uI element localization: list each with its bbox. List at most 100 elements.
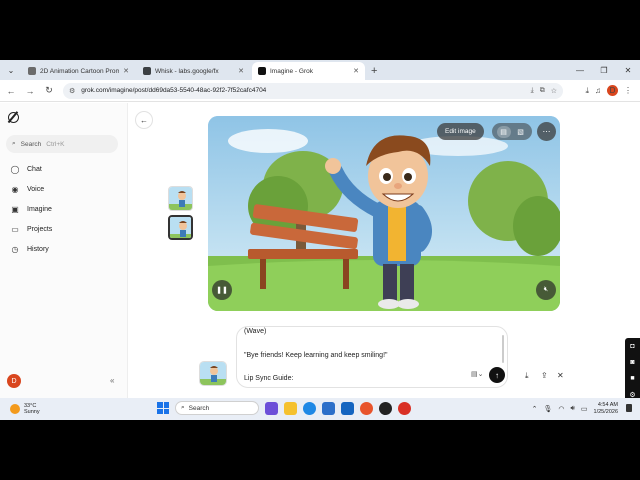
thumbnail-1[interactable] — [168, 186, 193, 211]
mic-icon[interactable]: 🎙︎ — [543, 405, 552, 413]
taskbar-search-label: Search — [188, 404, 210, 412]
tab-title: Imagine - Grok — [270, 67, 313, 75]
generated-image[interactable] — [208, 116, 560, 311]
clock-date: 1/25/2026 — [593, 408, 618, 415]
clock-time: 4:54 AM — [597, 402, 618, 408]
download-icon[interactable]: ⤓ — [531, 87, 534, 95]
notification-icon[interactable] — [626, 404, 632, 412]
sidebar-item-chat[interactable]: ◯ Chat — [6, 159, 122, 179]
install-app-icon[interactable]: ⧉ — [540, 87, 545, 95]
search-shortcut: Ctrl+K — [46, 140, 65, 148]
sidebar-item-projects[interactable]: ▭ Projects — [6, 219, 122, 239]
firefox-icon[interactable] — [360, 401, 373, 415]
minimize-icon[interactable]: — — [568, 60, 592, 80]
prompt-input[interactable]: (Wave) "Bye friends! Keep learning and k… — [236, 326, 508, 388]
reload-icon[interactable]: ↻ — [41, 83, 57, 99]
grok-logo-icon[interactable] — [8, 112, 19, 123]
clock[interactable]: 4:54 AM 1/25/2026 — [594, 402, 618, 415]
screenshot-icon[interactable]: ◘ — [630, 343, 634, 350]
share-icon[interactable]: ⇪ — [541, 371, 548, 380]
close-icon[interactable]: ✕ — [123, 67, 129, 75]
record-icon[interactable]: ■ — [630, 375, 634, 382]
address-bar[interactable]: ⚙ grok.com/imagine/post/dd69da53-5540-48… — [63, 82, 563, 99]
close-icon[interactable]: ✕ — [353, 67, 359, 75]
window-close-icon[interactable]: ✕ — [616, 60, 640, 80]
more-options-button[interactable]: ⋯ — [537, 122, 556, 141]
close-icon[interactable]: ✕ — [238, 67, 244, 75]
search-input[interactable]: ⌕ Search Ctrl+K — [6, 135, 118, 153]
tab-3[interactable]: Imagine - Grok ✕ — [252, 62, 365, 80]
history-icon: ◷ — [11, 244, 19, 254]
sidebar-item-label: Imagine — [27, 205, 52, 213]
user-avatar[interactable]: D — [7, 374, 21, 388]
tab-favicon — [258, 67, 266, 75]
volume-icon[interactable]: 🔊︎ — [570, 405, 574, 413]
system-tray: ⌃ 🎙︎ ◠ 🔊︎ ▭ 4:54 AM 1/25/2026 — [532, 402, 618, 415]
collapse-sidebar-icon[interactable]: « — [110, 376, 114, 385]
prompt-scrollbar[interactable] — [502, 335, 504, 363]
edge-icon[interactable] — [303, 401, 316, 415]
taskbar-search[interactable]: ⌕ Search — [175, 401, 259, 415]
model-selector-icon[interactable]: ▤⌄ — [471, 370, 483, 378]
imagine-icon: ▣ — [11, 204, 19, 214]
prompt-line: Lip Sync Guide: — [244, 375, 294, 382]
wifi-icon[interactable]: ◠ — [558, 405, 564, 413]
cartoon-scene — [208, 116, 560, 311]
tray-chevron-icon[interactable]: ⌃ — [532, 405, 538, 413]
profile-avatar[interactable]: D — [607, 85, 618, 96]
weather-condition: Sunny — [24, 409, 40, 415]
bookmark-star-icon[interactable]: ☆ — [551, 87, 557, 95]
file-explorer-icon[interactable] — [284, 401, 297, 415]
browser-toolbar: ← → ↻ ⚙ grok.com/imagine/post/dd69da53-5… — [0, 80, 640, 102]
url-text: grok.com/imagine/post/dd69da53-5540-48ac… — [81, 87, 267, 94]
search-label: Search — [20, 140, 42, 148]
video-mode-icon[interactable]: ▤ — [496, 125, 511, 138]
sidebar-item-history[interactable]: ◷ History — [6, 239, 122, 259]
image-mode-icon[interactable]: ▧ — [514, 126, 528, 138]
taskbar: 33°C Sunny ⌕ Search ⌃ 🎙︎ ◠ 🔊︎ ▭ 4:54 AM … — [0, 398, 640, 420]
mute-icon[interactable]: 🔇︎ — [536, 280, 556, 300]
floating-toolbar: ◘ ◙ ■ ⚙ — [625, 338, 640, 404]
window-controls: — ❐ ✕ — [568, 60, 640, 80]
tab-2[interactable]: Whisk - labs.google/fx ✕ — [137, 62, 250, 80]
chrome-icon[interactable] — [398, 401, 411, 415]
maximize-icon[interactable]: ❐ — [592, 60, 616, 80]
outlook-icon[interactable] — [341, 401, 354, 415]
media-icon[interactable]: ♫ — [595, 86, 601, 95]
tab-strip: ⌄ 2D Animation Cartoon Prompt ✕ Whisk - … — [0, 60, 640, 80]
tab-search-icon[interactable]: ⌄ — [4, 63, 18, 77]
camera-icon[interactable]: ◙ — [630, 359, 634, 366]
battery-icon[interactable]: ▭ — [581, 405, 588, 413]
forward-arrow-icon[interactable]: → — [22, 83, 38, 99]
sidebar-item-label: Chat — [27, 165, 42, 173]
send-button[interactable]: ↑ — [489, 367, 505, 383]
menu-dots-icon[interactable]: ⋮ — [624, 86, 632, 95]
thumbnail-2[interactable] — [168, 215, 193, 240]
prompt-line: "Bye friends! Keep learning and keep smi… — [244, 352, 388, 359]
tab-favicon — [28, 67, 36, 75]
store-icon[interactable] — [322, 401, 335, 415]
pause-button[interactable]: ❚❚ — [212, 280, 232, 300]
view-mode-toggle: ▤ ▧ — [492, 123, 532, 140]
site-info-icon[interactable]: ⚙ — [69, 87, 75, 95]
obs-icon[interactable] — [379, 401, 392, 415]
sidebar-item-label: Projects — [27, 225, 53, 233]
back-arrow-icon[interactable]: ← — [3, 83, 19, 99]
edit-image-button[interactable]: Edit image — [437, 123, 484, 140]
tab-favicon — [143, 67, 151, 75]
back-button[interactable]: ← — [135, 111, 153, 129]
prompt-line: (Wave) — [244, 328, 267, 335]
prompt-thumbnail[interactable] — [199, 361, 227, 386]
weather-widget[interactable]: 33°C Sunny — [10, 403, 40, 415]
copilot-icon[interactable] — [265, 401, 278, 415]
x-share-icon[interactable]: ✕ — [557, 371, 564, 380]
sidebar-item-imagine[interactable]: ▣ Imagine — [6, 199, 122, 219]
new-tab-icon[interactable]: + — [371, 65, 377, 77]
download-icon[interactable]: ⤓ — [525, 371, 529, 381]
sidebar-item-voice[interactable]: ◉ Voice — [6, 179, 122, 199]
voice-icon: ◉ — [11, 184, 19, 194]
downloads-icon[interactable]: ⤓ — [585, 86, 589, 96]
windows-start-icon[interactable] — [157, 402, 169, 414]
thumbnail-list — [168, 186, 193, 244]
tab-1[interactable]: 2D Animation Cartoon Prompt ✕ — [22, 62, 135, 80]
